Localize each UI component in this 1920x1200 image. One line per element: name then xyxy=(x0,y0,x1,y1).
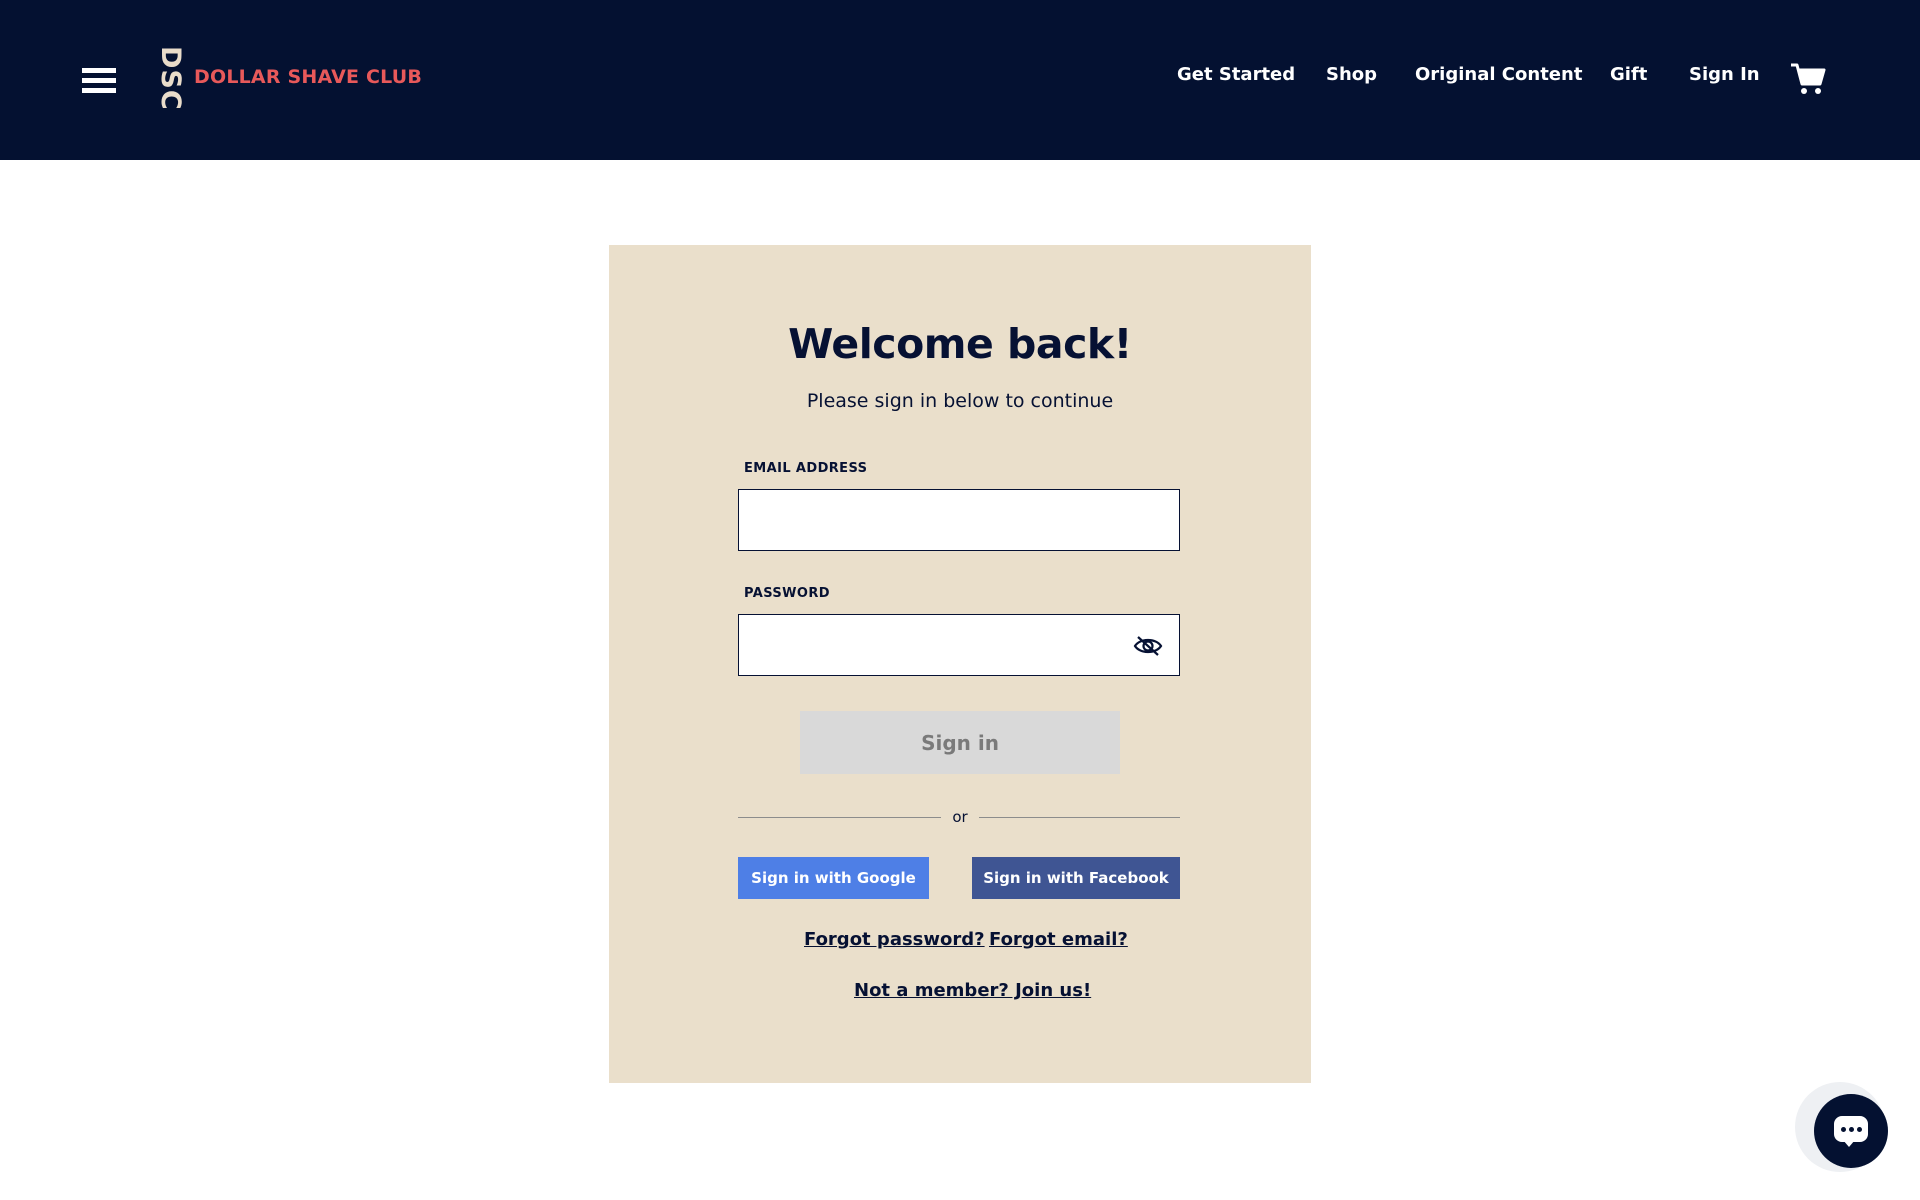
password-label: PASSWORD xyxy=(744,586,830,601)
eye-slash-icon[interactable] xyxy=(1133,634,1163,658)
email-field[interactable] xyxy=(738,489,1180,551)
nav-sign-in[interactable]: Sign In xyxy=(1689,64,1760,85)
divider-text: or xyxy=(952,808,968,826)
sign-in-button[interactable]: Sign in xyxy=(800,711,1120,774)
nav-original-content[interactable]: Original Content xyxy=(1415,64,1582,85)
cart-icon[interactable] xyxy=(1790,62,1826,96)
chat-icon xyxy=(1834,1116,1868,1147)
divider-right xyxy=(979,817,1180,818)
nav-gift[interactable]: Gift xyxy=(1610,64,1647,85)
forgot-email-link[interactable]: Forgot email? xyxy=(989,929,1128,950)
logo-text: DOLLAR SHAVE CLUB xyxy=(194,66,423,88)
hamburger-icon[interactable] xyxy=(82,68,116,93)
logo-mark: DSC xyxy=(155,46,186,111)
email-label: EMAIL ADDRESS xyxy=(744,461,868,476)
site-header: DSC DOLLAR SHAVE CLUB Get Started Shop O… xyxy=(0,0,1920,160)
forgot-password-link[interactable]: Forgot password? xyxy=(804,929,985,950)
nav-shop[interactable]: Shop xyxy=(1326,64,1377,85)
join-link[interactable]: Not a member? Join us! xyxy=(854,980,1091,1001)
page-title: Welcome back! xyxy=(788,320,1132,368)
facebook-signin-button[interactable]: Sign in with Facebook xyxy=(972,857,1180,899)
page-subtitle: Please sign in below to continue xyxy=(806,390,1114,412)
nav-get-started[interactable]: Get Started xyxy=(1177,64,1295,85)
google-signin-button[interactable]: Sign in with Google xyxy=(738,857,929,899)
password-field[interactable] xyxy=(738,614,1180,676)
signin-card: Welcome back! Please sign in below to co… xyxy=(609,245,1311,1083)
chat-button[interactable] xyxy=(1814,1094,1888,1168)
